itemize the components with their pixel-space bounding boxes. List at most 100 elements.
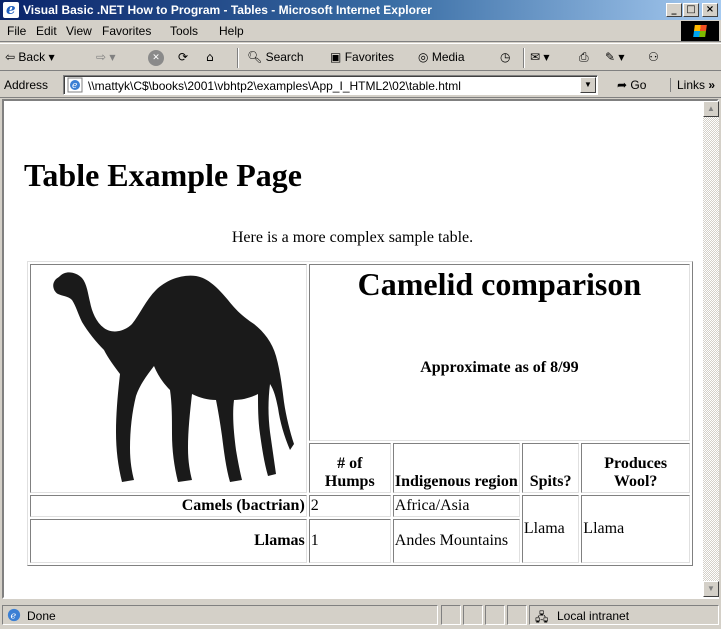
status-pane [463, 605, 483, 625]
status-pane [485, 605, 505, 625]
address-bar: Address e \\mattyk\C$\books\2001\vbhtp2\… [0, 72, 721, 98]
table-caption: Here is a more complex sample table. [231, 229, 474, 246]
messenger-button[interactable]: ⚇ [648, 50, 659, 64]
camel-image [53, 272, 294, 482]
svg-text:e: e [11, 611, 17, 622]
home-icon: ⌂ [206, 50, 214, 64]
back-label: Back [18, 50, 46, 64]
vertical-scrollbar[interactable]: ▲ ▼ [703, 101, 719, 597]
search-icon: 🔍︎ [247, 50, 263, 64]
favorites-icon: ▣ [330, 50, 342, 64]
menu-bar: File Edit View Favorites Tools Help [0, 20, 721, 42]
go-arrow-icon: ➦ [617, 78, 628, 92]
favorites-label: Favorites [344, 50, 395, 64]
menu-edit[interactable]: Edit [36, 24, 57, 38]
toolbar-separator [237, 48, 239, 68]
row-region: Africa/Asia [392, 495, 520, 517]
forward-dropdown-icon: ▼ [109, 52, 116, 62]
row-humps: 1 [308, 519, 391, 563]
wool-value: Llama [581, 495, 690, 563]
history-icon: ◷ [500, 50, 511, 64]
address-label: Address [4, 78, 49, 92]
menu-help[interactable]: Help [219, 24, 244, 38]
status-zone: 🖧︎ Local intranet [529, 605, 719, 625]
media-button[interactable]: ◎ Media [418, 50, 465, 64]
forward-arrow-icon: ⇨ [96, 50, 107, 64]
forward-button[interactable]: ⇨ ▼ [96, 50, 116, 64]
row-name: Llamas [30, 519, 307, 563]
row-humps: 2 [308, 495, 391, 517]
window-title: Visual Basic .NET How to Program - Table… [23, 3, 432, 17]
menu-favorites[interactable]: Favorites [102, 24, 151, 38]
toolbar-separator [523, 48, 525, 68]
mail-icon: ✉ [530, 50, 541, 64]
camelid-table: Camelid comparison Approximate as of 8/9… [27, 261, 693, 566]
go-label: Go [630, 78, 647, 92]
minimize-button[interactable]: _ [666, 3, 682, 17]
intranet-icon: 🖧︎ [535, 610, 549, 624]
scroll-down-icon[interactable]: ▼ [703, 581, 719, 597]
table-title-cell: Camelid comparison Approximate as of 8/9… [308, 264, 690, 441]
header-region: Indigenous region [392, 442, 520, 493]
status-pane [507, 605, 527, 625]
back-dropdown-icon: ▼ [48, 52, 55, 62]
go-button[interactable]: ➦ Go [617, 78, 646, 92]
mail-dropdown-icon: ▼ [543, 52, 550, 62]
table-subtitle: Approximate as of 8/99 [420, 359, 579, 376]
search-label: Search [265, 50, 304, 64]
media-label: Media [431, 50, 465, 64]
address-dropdown-icon[interactable]: ▼ [580, 77, 596, 93]
menu-view[interactable]: View [66, 24, 92, 38]
camel-image-cell [30, 264, 307, 493]
status-text: Done [27, 609, 56, 623]
zone-text: Local intranet [557, 609, 630, 623]
media-icon: ◎ [418, 50, 429, 64]
toolbar: ⇦ Back ▼ ⇨ ▼ ✕ ⟳ ⌂ 🔍︎ Search ▣ Favorites… [0, 43, 721, 71]
print-icon: ⎙ [579, 50, 589, 64]
messenger-icon: ⚇ [648, 50, 659, 64]
favorites-button[interactable]: ▣ Favorites [330, 50, 394, 64]
links-button[interactable]: Links » [670, 78, 715, 92]
done-page-icon: e [7, 608, 21, 622]
header-spits: Spits? [521, 442, 580, 493]
home-button[interactable]: ⌂ [206, 50, 214, 64]
page-icon: e [67, 77, 83, 93]
row-region: Andes Mountains [392, 519, 520, 563]
page-heading: Table Example Page [24, 157, 302, 193]
windows-logo-icon [681, 21, 719, 41]
address-input[interactable]: e \\mattyk\C$\books\2001\vbhtp2\examples… [63, 75, 598, 95]
refresh-icon: ⟳ [178, 50, 189, 64]
row-name: Camels (bactrian) [30, 495, 307, 517]
table-row: Camels (bactrian) 2 Africa/Asia Llama Ll… [30, 495, 690, 563]
mail-button[interactable]: ✉ ▼ [530, 50, 550, 64]
edit-icon: ✎ [605, 50, 616, 64]
stop-button[interactable]: ✕ [148, 50, 164, 66]
back-button[interactable]: ⇦ Back ▼ [5, 50, 55, 64]
status-main: e Done [2, 605, 438, 625]
svg-text:e: e [72, 81, 77, 91]
search-button[interactable]: 🔍︎ Search [247, 50, 304, 64]
maximize-button[interactable]: □ [683, 3, 699, 17]
spits-value: Llama [521, 495, 580, 563]
edit-dropdown-icon: ▼ [618, 52, 625, 62]
header-humps: # of Humps [308, 442, 391, 493]
refresh-button[interactable]: ⟳ [178, 50, 188, 64]
close-button[interactable]: × [702, 3, 718, 17]
status-bar: e Done 🖧︎ Local intranet [0, 603, 721, 628]
scroll-up-icon[interactable]: ▲ [703, 101, 719, 117]
table-title: Camelid comparison [357, 266, 642, 302]
links-label: Links [677, 78, 706, 92]
address-value: \\mattyk\C$\books\2001\vbhtp2\examples\A… [88, 79, 461, 93]
menu-file[interactable]: File [7, 24, 26, 38]
menu-tools[interactable]: Tools [170, 24, 198, 38]
edit-button[interactable]: ✎ ▼ [605, 50, 625, 64]
ie-icon [3, 0, 19, 18]
title-bar: Visual Basic .NET How to Program - Table… [0, 0, 721, 20]
back-arrow-icon: ⇦ [5, 50, 16, 64]
status-pane [441, 605, 461, 625]
chevron-right-icon: » [708, 78, 716, 92]
header-wool: Produces Wool? [581, 442, 690, 493]
print-button[interactable]: ⎙ [579, 50, 589, 65]
history-button[interactable]: ◷ [500, 50, 510, 64]
page-content: Table Example Page Here is a more comple… [4, 101, 703, 597]
